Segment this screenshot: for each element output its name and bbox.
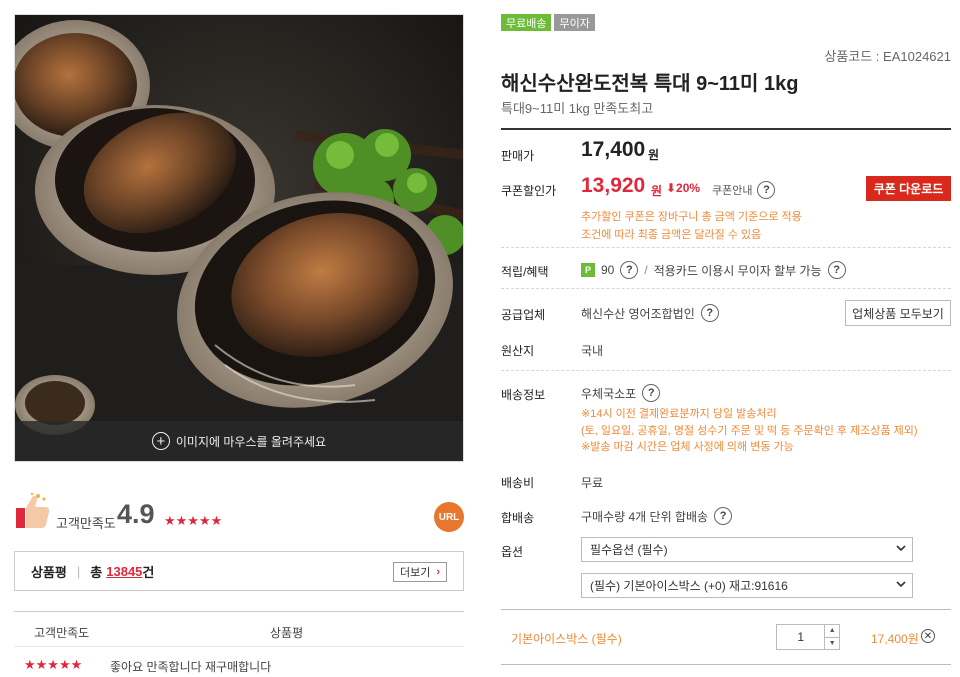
shipping-note-2: (토, 일요일, 공휴일, 명절 성수기 주문 및 떡 등 주문확인 후 제조상… — [581, 424, 918, 437]
coupon-info: 쿠폰안내 ? — [712, 181, 776, 199]
coupon-note-2: 조건에 따라 최종 금액은 달라질 수 있음 — [581, 229, 762, 241]
satisfaction-stars: ★★★★★ — [164, 513, 223, 528]
selected-option-name: 기본아이스박스 (필수) — [511, 632, 622, 646]
review-count-unit: 건 — [142, 564, 155, 580]
thumbs-up-icon — [16, 492, 50, 528]
supplier-label: 공급업체 — [501, 308, 546, 322]
points-info: P 90 ? / 적용카드 이용시 무이자 할부 가능 ? — [581, 261, 846, 279]
shipping-fee-value: 무료 — [581, 476, 604, 490]
product-title: 해신수산완도전복 특대 9~11미 1kg — [501, 73, 799, 95]
coupon-note-1: 추가할인 쿠폰은 장바구니 총 금액 기준으로 적용 — [581, 211, 802, 223]
shipping-fee-label: 배송비 — [501, 476, 535, 490]
close-icon[interactable]: ✕ — [921, 629, 935, 643]
zoom-plus-icon: + — [151, 432, 170, 450]
review-more-button[interactable]: 더보기 › — [392, 562, 447, 582]
selected-option-row: 기본아이스박스 (필수) 1 ▲ ▼ 17,400원 ✕ — [501, 609, 951, 665]
chevron-down-icon — [896, 545, 906, 552]
title-divider — [501, 128, 951, 130]
chevron-down-icon — [896, 581, 906, 588]
shipping-note-1: ※14시 이전 결제완료분까지 당일 발송처리 — [581, 408, 777, 420]
abalone-photo — [15, 15, 463, 461]
slash-divider: / — [644, 263, 648, 277]
icebox-option-select[interactable]: (필수) 기본아이스박스 (+0) 재고:91616 — [581, 573, 913, 598]
no-interest-badge: 무이자 — [554, 14, 595, 31]
card-benefit-text: 적용카드 이용시 무이자 할부 가능 — [653, 263, 822, 278]
points-value: 90 — [601, 263, 615, 277]
selected-option-price: 17,400원 — [871, 632, 919, 646]
quantity-input[interactable]: 1 — [777, 625, 826, 649]
origin-label: 원산지 — [501, 344, 535, 358]
product-image[interactable]: + 이미지에 마우스를 올려주세요 — [14, 14, 464, 462]
review-title: 상품평 — [31, 564, 67, 580]
supplier-info: 해신수산 영어조합법인 ? — [581, 304, 719, 322]
increase-icon[interactable]: ▲ — [825, 625, 839, 638]
shipping-method-text: 우체국소포 — [581, 386, 637, 401]
quantity-arrows: ▲ ▼ — [825, 625, 839, 649]
product-subtitle: 특대9~11미 1kg 만족도최고 — [501, 101, 654, 116]
divider — [501, 247, 951, 248]
required-option-value: 필수옵션 (필수) — [590, 543, 668, 557]
bundle-label: 합배송 — [501, 511, 535, 525]
review-divider: | — [76, 563, 81, 579]
icebox-option-value: (필수) 기본아이스박스 (+0) 재고:91616 — [590, 579, 788, 593]
point-icon: P — [581, 263, 595, 277]
help-icon[interactable]: ? — [714, 507, 733, 525]
satisfaction-score: 4.9 — [117, 499, 155, 529]
help-icon[interactable]: ? — [642, 384, 661, 402]
help-icon[interactable]: ? — [827, 261, 846, 279]
price-label: 판매가 — [501, 149, 535, 163]
satisfaction-label: 고객만족도 — [56, 516, 116, 531]
sale-price-unit: 원 — [648, 148, 660, 162]
options-label: 옵션 — [501, 545, 524, 559]
supplier-name: 해신수산 영어조합법인 — [581, 306, 695, 321]
review-total-prefix: 총 — [90, 564, 103, 580]
points-label: 적립/혜택 — [501, 265, 549, 279]
quantity-stepper[interactable]: 1 ▲ ▼ — [776, 624, 840, 650]
shipping-badges: 무료배송 무이자 — [501, 14, 595, 31]
sale-price: 17,400 — [581, 138, 646, 161]
origin-value: 국내 — [581, 344, 604, 358]
coupon-price-unit: 원 — [651, 184, 663, 198]
review-summary: 상품평 | 총 13845 건 더보기 › — [14, 551, 464, 591]
divider — [501, 370, 951, 371]
discount-rate: ⬇20% — [666, 181, 701, 195]
shipping-note-3: ※발송 마감 시간은 업체 사정에 의해 변동 가능 — [581, 441, 794, 453]
help-icon[interactable]: ? — [620, 261, 639, 279]
help-icon[interactable]: ? — [700, 304, 719, 322]
divider — [501, 288, 951, 289]
shipping-method: 우체국소포 ? — [581, 384, 661, 402]
review-count[interactable]: 13845 — [106, 564, 142, 579]
url-share-button[interactable]: URL — [434, 502, 464, 532]
bundle-info: 구매수량 4개 단위 합배송 ? — [581, 507, 733, 525]
decrease-icon[interactable]: ▼ — [825, 638, 839, 650]
review-more-label: 더보기 — [399, 567, 431, 579]
free-shipping-badge: 무료배송 — [501, 14, 552, 31]
review-col-review: 상품평 — [270, 626, 304, 640]
shipping-label: 배송정보 — [501, 388, 546, 402]
required-option-select[interactable]: 필수옵션 (필수) — [581, 537, 913, 562]
shipping-notes: ※14시 이전 결제완료분까지 당일 발송처리 (토, 일요일, 공휴일, 명절… — [581, 406, 918, 456]
customer-satisfaction: 고객만족도 4.9 ★★★★★ — [14, 488, 464, 532]
image-hover-hint: + 이미지에 마우스를 올려주세요 — [15, 421, 463, 461]
coupon-price-label: 쿠폰할인가 — [501, 184, 557, 198]
bundle-value: 구매수량 4개 단위 합배송 — [581, 509, 709, 524]
product-code: 상품코드 : EA1024621 — [824, 49, 951, 64]
chevron-right-icon: › — [436, 566, 440, 578]
image-hover-text: 이미지에 마우스를 올려주세요 — [175, 434, 327, 449]
help-icon[interactable]: ? — [757, 181, 776, 199]
coupon-info-label: 쿠폰안내 — [712, 185, 753, 197]
review-row-stars: ★★★★★ — [24, 657, 83, 672]
review-row-text: 좋아요 만족합니다 재구매합니다 — [110, 660, 272, 674]
review-table-header: 고객만족도 상품평 — [14, 611, 464, 647]
coupon-download-button[interactable]: 쿠폰 다운로드 — [866, 176, 951, 201]
review-col-satisfaction: 고객만족도 — [34, 626, 90, 640]
supplier-products-button[interactable]: 업체상품 모두보기 — [845, 300, 951, 326]
coupon-price: 13,920 — [581, 174, 646, 197]
